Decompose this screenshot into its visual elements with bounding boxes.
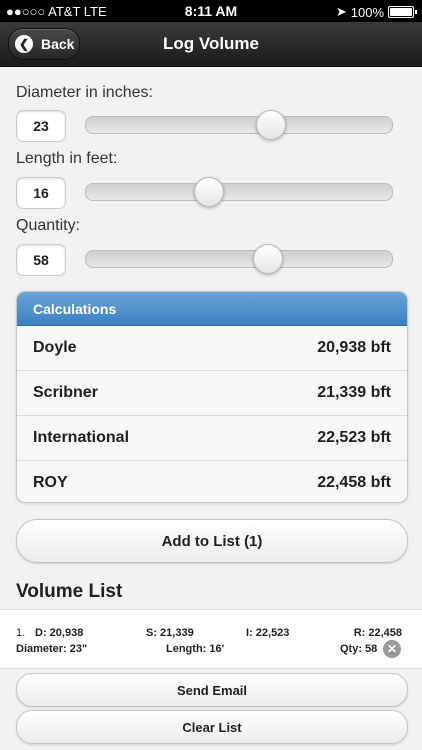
clear-list-button[interactable]: Clear List [16, 710, 408, 744]
calculations-header: Calculations [17, 292, 407, 326]
diameter-slider-thumb[interactable] [255, 110, 286, 140]
length-slider-thumb[interactable] [194, 177, 225, 207]
diameter-slider[interactable] [85, 110, 393, 140]
status-bar: ●●○○○ AT&T LTE 8:11 AM ➤ 100% [0, 0, 422, 22]
list-item-international: I: 22,523 [246, 627, 290, 639]
list-item-length: Length: 16' [166, 643, 225, 655]
battery-fill [390, 8, 412, 16]
list-item-roy: R: 22,458 [353, 627, 402, 639]
battery-icon [388, 6, 417, 18]
list-item-diameter: Diameter: 23" [16, 643, 88, 655]
calculations-panel: Calculations Doyle 20,938 bft Scribner 2… [16, 291, 408, 503]
remove-item-icon[interactable]: ✕ [383, 640, 401, 658]
list-item-doyle: D: 20,938 [35, 627, 84, 639]
length-input[interactable]: 16 [16, 177, 66, 209]
calc-row-value: 20,938 bft [317, 339, 391, 356]
calc-row-name: Scribner [33, 384, 98, 401]
navigation-bar: ❮ Back Log Volume [0, 22, 422, 67]
list-item-index: 1. [16, 627, 26, 639]
volume-list-title: Volume List [16, 581, 123, 602]
length-label: Length in feet: [16, 150, 118, 167]
calc-row-value: 22,458 bft [317, 474, 391, 491]
calc-row-international: International 22,523 bft [17, 416, 407, 461]
location-arrow-icon: ➤ [335, 4, 347, 19]
status-right: ➤ 100% [335, 4, 417, 20]
quantity-slider-thumb[interactable] [252, 244, 283, 274]
quantity-label: Quantity: [16, 217, 81, 234]
calc-row-name: International [33, 429, 130, 446]
diameter-label: Diameter in inches: [16, 84, 153, 101]
list-item: 1. D: 20,938 S: 21,339 I: 22,523 R: 22,4… [0, 609, 422, 669]
diameter-input[interactable]: 23 [16, 110, 66, 142]
calc-row-name: ROY [33, 474, 68, 491]
calc-row-value: 21,339 bft [317, 384, 391, 401]
length-slider[interactable] [85, 177, 393, 207]
calc-row-roy: ROY 22,458 bft [17, 461, 407, 502]
calc-row-scribner: Scribner 21,339 bft [17, 371, 407, 416]
add-to-list-button[interactable]: Add to List (1) [16, 519, 408, 563]
calc-row-name: Doyle [33, 339, 77, 356]
send-email-button[interactable]: Send Email [16, 673, 408, 707]
calc-row-doyle: Doyle 20,938 bft [17, 326, 407, 371]
page-title: Log Volume [162, 34, 259, 53]
quantity-input[interactable]: 58 [16, 244, 66, 276]
battery-percent: 100% [350, 4, 384, 20]
calc-row-value: 22,523 bft [317, 429, 391, 446]
list-item-scribner: S: 21,339 [146, 627, 194, 639]
quantity-slider[interactable] [85, 244, 393, 274]
list-item-qty: Qty: 58 [340, 643, 378, 655]
